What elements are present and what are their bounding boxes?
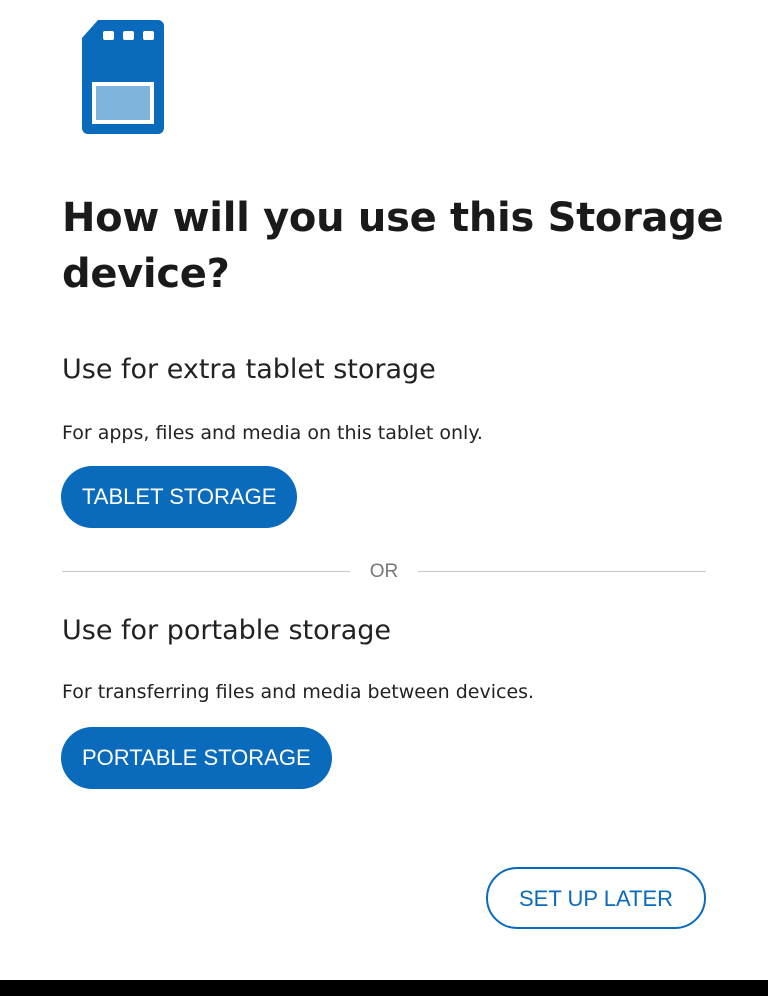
divider-line-right: [418, 571, 706, 572]
storage-setup-screen: How will you use this Storage device? Us…: [0, 0, 768, 980]
page-title: How will you use this Storage device?: [62, 195, 724, 297]
sd-card-icon: [82, 20, 164, 134]
portable-storage-description: For transferring files and media between…: [62, 681, 535, 703]
divider-line-left: [62, 571, 350, 572]
portable-storage-button[interactable]: PORTABLE STORAGE: [61, 727, 332, 789]
tablet-storage-description: For apps, files and media on this tablet…: [62, 422, 483, 444]
portable-storage-heading: Use for portable storage: [62, 615, 392, 646]
divider-label: OR: [369, 561, 399, 582]
or-divider: OR: [62, 560, 706, 584]
tablet-storage-button[interactable]: TABLET STORAGE: [61, 466, 298, 528]
system-navigation-bar: [0, 980, 768, 996]
set-up-later-button[interactable]: SET UP LATER: [486, 867, 706, 929]
tablet-storage-heading: Use for extra tablet storage: [62, 354, 436, 385]
